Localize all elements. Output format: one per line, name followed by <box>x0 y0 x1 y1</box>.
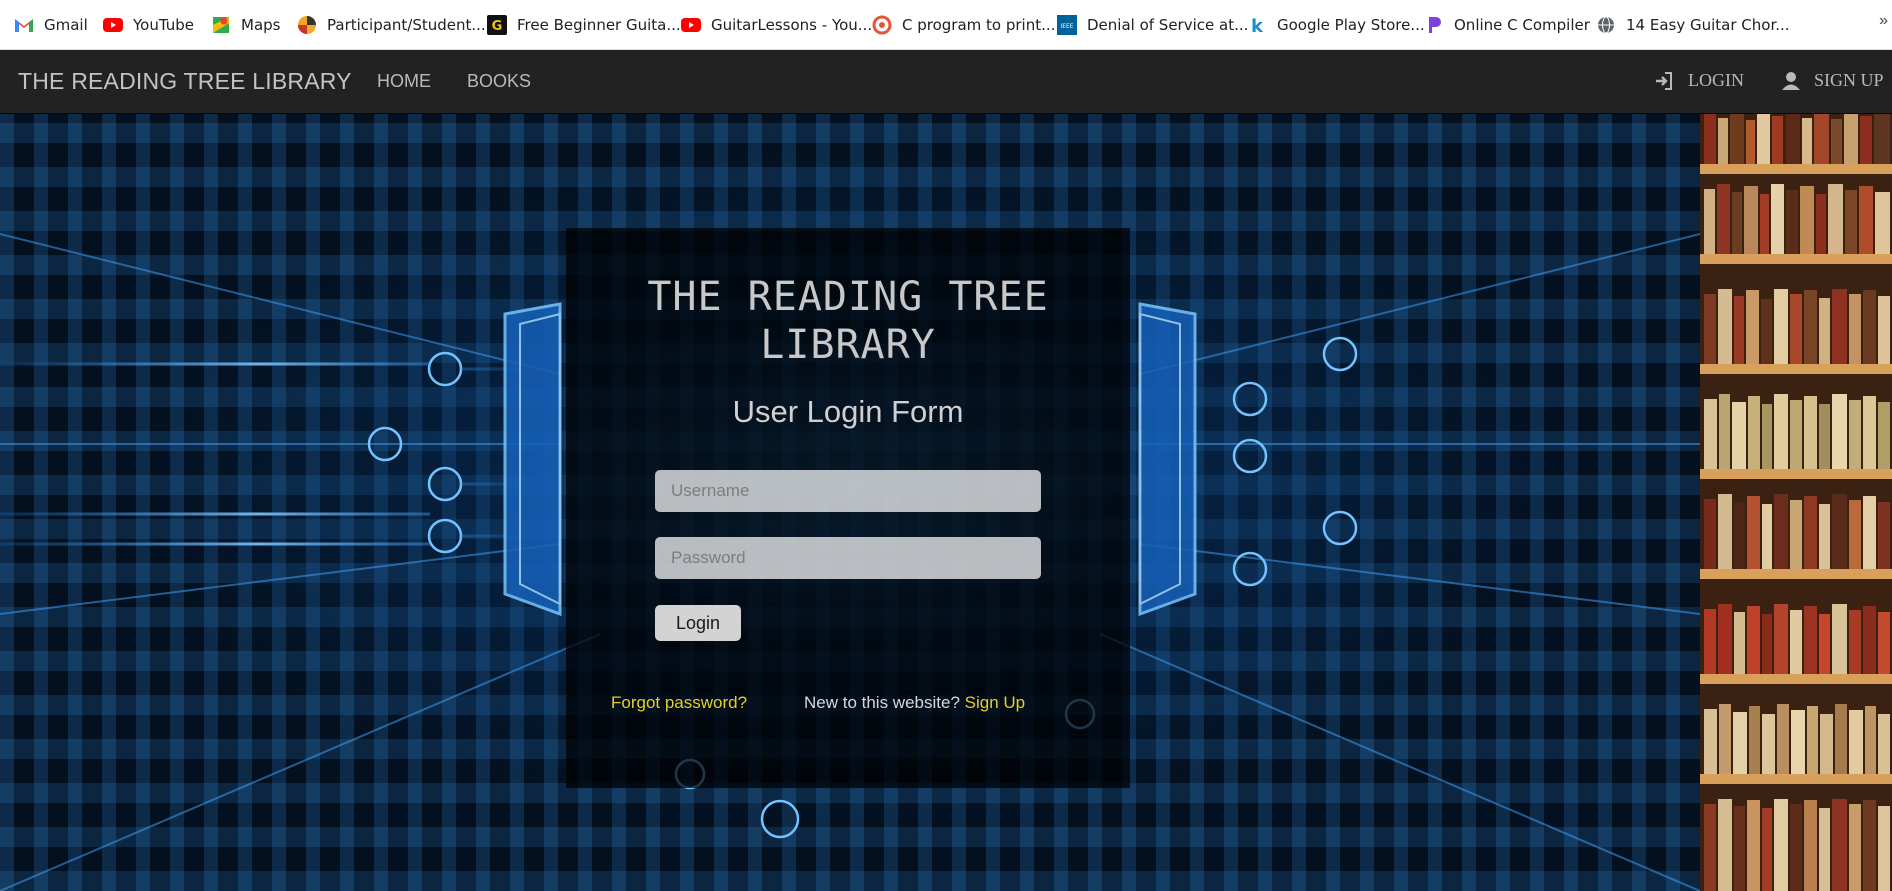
bookmark-label: C program to print... <box>902 16 1056 34</box>
bookmark-guitar-chords[interactable]: 14 Easy Guitar Chor... <box>1596 8 1790 42</box>
nav-signup-label: SIGN UP <box>1814 70 1884 90</box>
library-title: THE READING TREE LIBRARY <box>647 274 1049 368</box>
user-icon <box>1782 71 1800 90</box>
bookmark-maps[interactable]: Maps <box>211 8 280 42</box>
bookmark-google-play[interactable]: k Google Play Store... <box>1247 8 1425 42</box>
bookmark-label: Maps <box>241 16 281 34</box>
navbar: THE READING TREE LIBRARY HOME BOOKS LOGI… <box>0 50 1892 114</box>
new-user-text: New to this website? <box>804 693 965 712</box>
bookmark-label: Denial of Service at... <box>1087 16 1249 34</box>
sign-up-link[interactable]: Sign Up <box>965 693 1025 712</box>
bookmark-youtube[interactable]: YouTube <box>103 8 194 42</box>
password-input[interactable] <box>655 537 1041 579</box>
globe-icon <box>1596 15 1616 35</box>
forgot-password-link[interactable]: Forgot password? <box>611 693 747 713</box>
bookmark-participant[interactable]: Participant/Student... <box>297 8 486 42</box>
youtube-icon <box>681 15 701 35</box>
c-program-site-icon <box>872 15 892 35</box>
bookmark-label: Free Beginner Guita... <box>517 16 681 34</box>
participant-site-icon <box>297 15 317 35</box>
bookmark-gmail[interactable]: Gmail <box>14 8 88 42</box>
bookmark-label: GuitarLessons - You... <box>711 16 873 34</box>
more-bookmarks-icon[interactable]: » <box>1879 12 1888 30</box>
bookmark-c-program[interactable]: C program to print... <box>872 8 1055 42</box>
nav-home[interactable]: HOME <box>377 71 431 92</box>
youtube-icon <box>103 15 123 35</box>
k-site-icon: k <box>1247 15 1267 35</box>
svg-text:k: k <box>1251 16 1264 35</box>
login-button[interactable]: Login <box>655 605 741 641</box>
form-subtitle: User Login Form <box>732 394 964 429</box>
nav-login[interactable]: LOGIN <box>1654 70 1744 91</box>
bookmark-label: YouTube <box>133 16 194 34</box>
guitar-site-icon: G <box>487 15 507 35</box>
nav-login-label: LOGIN <box>1688 70 1744 90</box>
nav-signup[interactable]: SIGN UP <box>1782 70 1884 91</box>
bookmark-online-c-compiler[interactable]: Online C Compiler <box>1424 8 1590 42</box>
bookmarks-bar: Gmail YouTube Maps Participant/Student..… <box>0 0 1892 50</box>
gmail-icon <box>14 15 34 35</box>
bookmark-label: Gmail <box>44 16 88 34</box>
bookshelf-image <box>1700 114 1892 891</box>
navbar-brand[interactable]: THE READING TREE LIBRARY <box>18 68 352 95</box>
bookmark-guitarlessons[interactable]: GuitarLessons - You... <box>681 8 872 42</box>
bookmark-label: 14 Easy Guitar Chor... <box>1626 16 1790 34</box>
maps-icon <box>211 15 231 35</box>
login-panel: THE READING TREE LIBRARY User Login Form… <box>566 228 1130 788</box>
svg-text:G: G <box>492 19 503 34</box>
bookmark-label: Online C Compiler <box>1454 16 1590 34</box>
log-in-icon <box>1656 71 1672 90</box>
bookmark-label: Participant/Student... <box>327 16 486 34</box>
bookmark-guitar[interactable]: G Free Beginner Guita... <box>487 8 681 42</box>
bookmark-label: Google Play Store... <box>1277 16 1425 34</box>
nav-books[interactable]: BOOKS <box>467 71 531 92</box>
svg-text:IEEE: IEEE <box>1060 23 1073 30</box>
username-input[interactable] <box>655 470 1041 512</box>
ieee-icon: IEEE <box>1057 15 1077 35</box>
bookmark-denial-of-service[interactable]: IEEE Denial of Service at... <box>1057 8 1248 42</box>
compiler-site-icon <box>1424 15 1444 35</box>
new-user-prompt: New to this website? Sign Up <box>804 693 1025 713</box>
